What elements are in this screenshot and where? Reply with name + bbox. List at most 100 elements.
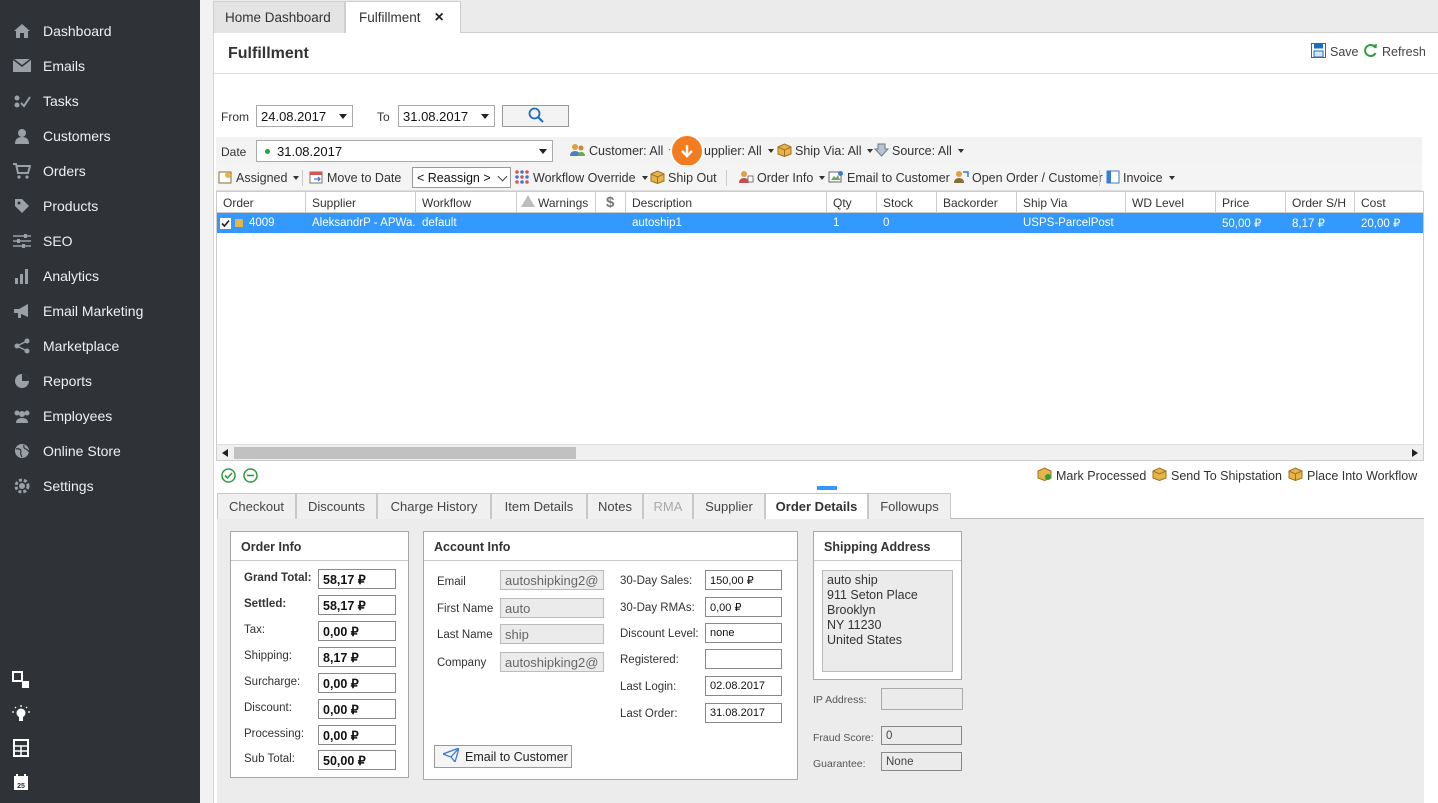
column-header-order[interactable]: Order <box>217 192 306 213</box>
scroll-right-icon[interactable] <box>1407 445 1423 461</box>
column-header-price[interactable]: Price <box>1216 192 1286 213</box>
sidebar-item-products[interactable]: Products <box>0 188 200 223</box>
tab-notes[interactable]: Notes <box>587 493 643 519</box>
source-filter[interactable]: Source: All <box>873 137 964 165</box>
check-circle-icon[interactable] <box>221 468 236 486</box>
customer-filter[interactable]: Customer: All <box>570 137 676 165</box>
open-order-customer-button[interactable]: Open Order / Customer <box>953 165 1103 191</box>
date-label: Date <box>221 145 247 159</box>
tab-item-details[interactable]: Item Details <box>491 493 587 519</box>
grand-total-field[interactable]: 58,17 ₽ <box>318 569 396 589</box>
calculator-icon[interactable] <box>11 738 31 758</box>
guarantee-field[interactable]: None <box>881 752 962 771</box>
from-date-picker[interactable]: 24.08.2017 <box>256 105 353 127</box>
sidebar-item-customers[interactable]: Customers <box>0 118 200 153</box>
last-name-field[interactable]: ship <box>500 624 604 644</box>
discount-field[interactable]: 0,00 ₽ <box>318 699 396 719</box>
sidebar-item-orders[interactable]: Orders <box>0 153 200 188</box>
subtotal-field[interactable]: 50,00 ₽ <box>318 750 396 770</box>
ip-address-field[interactable] <box>881 688 963 710</box>
fraud-score-field[interactable]: 0 <box>881 726 962 745</box>
sidebar-item-tasks[interactable]: Tasks <box>0 83 200 118</box>
sidebar-item-reports[interactable]: Reports <box>0 363 200 398</box>
tab-fulfillment[interactable]: Fulfillment × <box>345 1 461 33</box>
tax-field[interactable]: 0,00 ₽ <box>318 621 396 641</box>
invoice-dropdown[interactable]: Invoice <box>1106 165 1175 191</box>
ship-out-button[interactable]: Ship Out <box>650 165 717 191</box>
date-dropdown[interactable]: 31.08.2017 <box>256 140 553 162</box>
sidebar-item-email-marketing[interactable]: Email Marketing <box>0 293 200 328</box>
horizontal-scrollbar[interactable] <box>217 444 1423 460</box>
reassign-dropdown[interactable]: < Reassign > <box>412 167 511 188</box>
windows-icon[interactable] <box>11 670 31 690</box>
mark-processed-button[interactable]: Mark Processed <box>1037 463 1146 488</box>
tab-checkout[interactable]: Checkout <box>217 493 296 519</box>
column-header-backorder[interactable]: Backorder <box>937 192 1017 213</box>
settled-field[interactable]: 58,17 ₽ <box>318 595 396 615</box>
to-date-picker[interactable]: 31.08.2017 <box>398 105 495 127</box>
tab-charge-history[interactable]: Charge History <box>377 493 491 519</box>
rmas-30-day-field[interactable]: 0,00 ₽ <box>705 597 782 617</box>
email-to-customer-button[interactable]: Email to Customer <box>828 165 950 191</box>
panel-splitter[interactable] <box>817 486 837 490</box>
assigned-dropdown[interactable]: Assigned <box>218 165 300 191</box>
scrollbar-thumb[interactable] <box>234 447 576 459</box>
workflow-override-dropdown[interactable]: Workflow Override <box>514 165 648 191</box>
last-order-field[interactable]: 31.08.2017 <box>705 703 782 723</box>
sidebar-item-employees[interactable]: Employees <box>0 398 200 433</box>
company-field[interactable]: autoshipking2@ <box>500 652 604 672</box>
row-checkbox[interactable] <box>220 217 231 229</box>
sidebar-item-analytics[interactable]: Analytics <box>0 258 200 293</box>
refresh-button[interactable]: Refresh <box>1363 43 1426 61</box>
tab-discounts[interactable]: Discounts <box>296 493 377 519</box>
move-to-date-button[interactable]: Move to Date <box>309 165 401 191</box>
column-header-supplier[interactable]: Supplier <box>306 192 416 213</box>
calendar-icon[interactable]: 25 <box>11 772 31 792</box>
lightbulb-icon[interactable] <box>11 704 31 724</box>
email-to-customer-panel-button[interactable]: Email to Customer <box>434 745 572 768</box>
column-header-dollar[interactable]: $ <box>596 192 626 213</box>
order-info-dropdown[interactable]: Order Info <box>738 165 826 191</box>
search-button[interactable] <box>502 105 569 127</box>
sales-30-day-field[interactable]: 150,00 ₽ <box>705 570 782 590</box>
sidebar-item-online-store[interactable]: Online Store <box>0 433 200 468</box>
close-icon[interactable]: × <box>435 9 444 27</box>
processing-field[interactable]: 0,00 ₽ <box>318 725 396 745</box>
supplier-filter[interactable]: upplier: All <box>704 137 774 165</box>
sidebar-item-emails[interactable]: Emails <box>0 48 200 83</box>
email-field[interactable]: autoshipking2@ <box>500 570 604 590</box>
sidebar-item-settings[interactable]: Settings <box>0 468 200 503</box>
column-header-warnings[interactable]: Warnings <box>517 192 596 213</box>
last-login-field[interactable]: 02.08.2017 <box>705 676 782 696</box>
sidebar-item-marketplace[interactable]: Marketplace <box>0 328 200 363</box>
surcharge-field[interactable]: 0,00 ₽ <box>318 673 396 693</box>
send-to-shipstation-button[interactable]: Send To Shipstation <box>1152 463 1282 488</box>
column-header-workflow[interactable]: Workflow <box>416 192 517 213</box>
column-header-wd-level[interactable]: WD Level <box>1126 192 1216 213</box>
ship-via-filter[interactable]: Ship Via: All <box>777 137 874 165</box>
column-header-order-sh[interactable]: Order S/H <box>1286 192 1355 213</box>
column-header-cost[interactable]: Cost <box>1355 192 1423 213</box>
discount-level-field[interactable]: none <box>705 623 782 643</box>
download-badge[interactable] <box>672 136 702 166</box>
tab-order-details[interactable]: Order Details <box>765 493 868 519</box>
minus-circle-icon[interactable] <box>243 468 258 486</box>
column-header-qty[interactable]: Qty <box>827 192 877 213</box>
save-button[interactable]: Save <box>1311 43 1359 61</box>
column-header-description[interactable]: Description <box>626 192 827 213</box>
shipping-field[interactable]: 8,17 ₽ <box>318 647 396 667</box>
tab-supplier[interactable]: Supplier <box>693 493 765 519</box>
registered-field[interactable] <box>705 649 782 669</box>
table-row[interactable]: 4009 AleksandrP - APWa... default autosh… <box>217 213 1423 233</box>
tab-home-dashboard[interactable]: Home Dashboard <box>213 1 345 33</box>
shipping-address-field[interactable]: auto ship 911 Seton Place Brooklyn NY 11… <box>822 570 953 672</box>
scroll-left-icon[interactable] <box>217 445 233 461</box>
pie-chart-icon <box>12 371 32 391</box>
column-header-ship-via[interactable]: Ship Via <box>1017 192 1126 213</box>
column-header-stock[interactable]: Stock <box>877 192 937 213</box>
tab-followups[interactable]: Followups <box>868 493 951 519</box>
sidebar-item-seo[interactable]: SEO <box>0 223 200 258</box>
first-name-field[interactable]: auto <box>500 598 604 618</box>
sidebar-item-dashboard[interactable]: Dashboard <box>0 13 200 48</box>
place-into-workflow-button[interactable]: Place Into Workflow <box>1288 463 1417 488</box>
